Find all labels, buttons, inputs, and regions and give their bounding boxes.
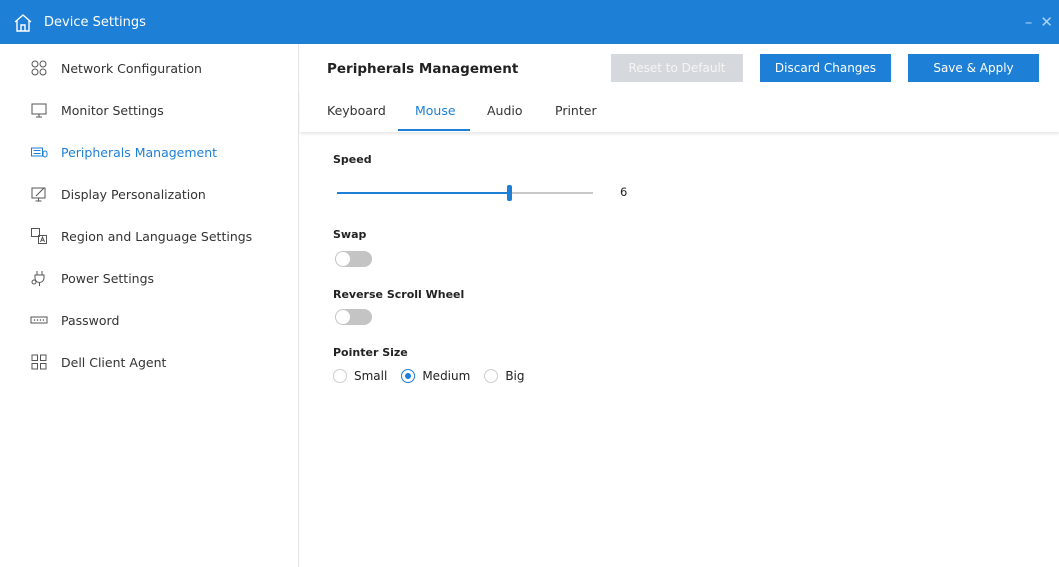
speed-slider[interactable] xyxy=(337,185,593,201)
save-apply-button[interactable]: Save & Apply xyxy=(908,54,1039,82)
sidebar: Network Configuration Monitor Settings P… xyxy=(0,44,299,567)
mouse-settings-panel: Speed 6 Swap Reverse Scroll Wheel Pointe… xyxy=(300,133,1059,567)
pointer-size-small-radio[interactable]: Small xyxy=(333,369,387,383)
reset-to-default-button[interactable]: Reset to Default xyxy=(611,54,743,82)
reverse-scroll-toggle[interactable] xyxy=(335,309,372,325)
sidebar-item-label: Power Settings xyxy=(61,270,155,286)
tab-printer[interactable]: Printer xyxy=(555,103,597,118)
pointer-size-big-radio[interactable]: Big xyxy=(484,369,525,383)
discard-changes-button[interactable]: Discard Changes xyxy=(760,54,891,82)
power-plug-icon xyxy=(30,269,48,287)
sidebar-item-label: Region and Language Settings xyxy=(61,228,253,244)
sidebar-item-power[interactable]: Power Settings xyxy=(0,257,298,299)
sidebar-item-label: Monitor Settings xyxy=(61,102,164,118)
sidebar-item-label: Network Configuration xyxy=(61,60,202,76)
pointer-size-label: Pointer Size xyxy=(333,346,408,359)
display-pen-icon xyxy=(30,185,48,203)
pointer-size-medium-radio[interactable]: Medium xyxy=(401,369,470,383)
sidebar-item-label: Peripherals Management xyxy=(61,144,218,160)
monitor-icon xyxy=(30,101,48,119)
radio-circle xyxy=(333,369,347,383)
page-title: Peripherals Management xyxy=(327,61,519,77)
tab-audio[interactable]: Audio xyxy=(487,103,523,118)
tab-keyboard[interactable]: Keyboard xyxy=(327,103,386,118)
sidebar-item-monitor[interactable]: Monitor Settings xyxy=(0,89,298,131)
home-icon[interactable] xyxy=(13,13,33,33)
sidebar-item-label: Display Personalization xyxy=(61,186,206,202)
password-icon xyxy=(30,311,48,329)
sidebar-item-password[interactable]: Password xyxy=(0,299,298,341)
language-icon xyxy=(30,227,48,245)
sidebar-item-peripherals[interactable]: Peripherals Management xyxy=(0,131,298,173)
radio-label: Medium xyxy=(422,369,471,383)
sidebar-item-region-language[interactable]: Region and Language Settings xyxy=(0,215,298,257)
speed-slider-thumb[interactable] xyxy=(506,185,512,201)
toggle-knob xyxy=(336,252,350,266)
pointer-size-radio-group: Small Medium Big xyxy=(333,369,539,383)
main-header: Peripherals Management Reset to Default … xyxy=(300,44,1059,91)
sidebar-item-display[interactable]: Display Personalization xyxy=(0,173,298,215)
keyboard-mouse-icon xyxy=(30,143,48,161)
network-icon xyxy=(30,59,48,77)
sidebar-item-label: Dell Client Agent xyxy=(61,354,167,370)
sidebar-item-label: Password xyxy=(61,312,120,328)
title-bar: Device Settings – ✕ xyxy=(0,0,1059,44)
radio-circle xyxy=(401,369,416,383)
sidebar-item-network[interactable]: Network Configuration xyxy=(0,47,298,89)
close-button[interactable]: ✕ xyxy=(1040,14,1053,30)
apps-grid-icon xyxy=(30,353,48,371)
tab-mouse[interactable]: Mouse xyxy=(415,103,456,118)
swap-label: Swap xyxy=(333,228,367,241)
speed-value: 6 xyxy=(620,185,628,199)
radio-label: Big xyxy=(505,369,525,383)
reverse-scroll-label: Reverse Scroll Wheel xyxy=(333,288,465,301)
active-tab-indicator xyxy=(398,129,470,131)
sidebar-item-dell-client-agent[interactable]: Dell Client Agent xyxy=(0,341,298,383)
swap-toggle[interactable] xyxy=(335,251,372,267)
speed-label: Speed xyxy=(333,153,372,166)
radio-label: Small xyxy=(354,369,388,383)
radio-circle xyxy=(484,369,499,383)
toggle-knob xyxy=(336,310,350,324)
window-controls: – ✕ xyxy=(1025,14,1053,30)
tab-bar: Keyboard Mouse Audio Printer xyxy=(300,91,1059,132)
speed-slider-fill xyxy=(337,192,509,194)
minimize-button[interactable]: – xyxy=(1025,14,1033,30)
window-title: Device Settings xyxy=(44,15,146,30)
